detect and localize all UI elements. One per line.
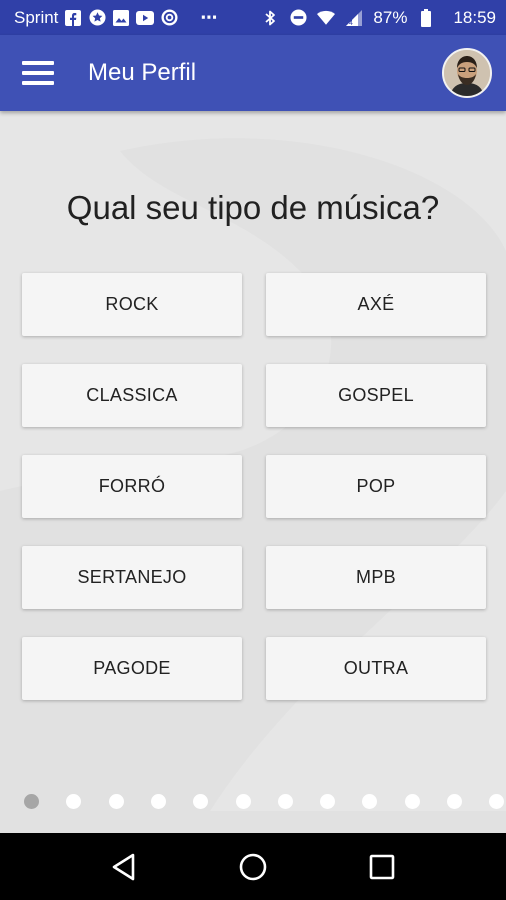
status-right: 4 87% 18:59 bbox=[261, 8, 496, 28]
page-dot[interactable] bbox=[108, 794, 124, 809]
genre-options-grid: ROCK AXÉ CLASSICA GOSPEL FORRÓ POP SERTA… bbox=[22, 273, 486, 700]
page-dot[interactable] bbox=[193, 794, 209, 809]
signal-icon: 4 bbox=[345, 9, 363, 27]
page-dot[interactable] bbox=[489, 794, 505, 809]
genre-button-pagode[interactable]: PAGODE bbox=[22, 637, 242, 700]
page-dot[interactable] bbox=[235, 794, 251, 809]
menu-line bbox=[22, 61, 54, 65]
battery-percent: 87% bbox=[373, 7, 408, 27]
page-dot[interactable] bbox=[404, 794, 420, 809]
hamburger-menu-icon[interactable] bbox=[22, 52, 64, 94]
question-heading: Qual seu tipo de música? bbox=[66, 189, 440, 226]
profile-avatar[interactable] bbox=[442, 48, 492, 98]
genre-button-sertanejo[interactable]: SERTANEJO bbox=[22, 546, 242, 609]
navigation-bar bbox=[0, 833, 506, 900]
back-icon[interactable] bbox=[104, 847, 144, 887]
star-icon bbox=[88, 9, 106, 27]
genre-button-mpb[interactable]: MPB bbox=[266, 546, 486, 609]
battery-icon bbox=[417, 8, 435, 27]
page-indicator bbox=[0, 794, 506, 810]
page-dot[interactable] bbox=[150, 794, 166, 809]
menu-line bbox=[22, 71, 54, 75]
clock: 18:59 bbox=[453, 7, 496, 27]
youtube-icon bbox=[136, 9, 155, 27]
genre-button-pop[interactable]: POP bbox=[266, 455, 486, 518]
page-title: Meu Perfil bbox=[88, 59, 197, 86]
carrier-label: Sprint bbox=[14, 7, 59, 27]
at-icon bbox=[160, 9, 178, 27]
page-dot[interactable] bbox=[277, 794, 293, 809]
bluetooth-icon bbox=[261, 9, 279, 27]
do-not-disturb-icon bbox=[289, 9, 307, 27]
more-notifications-indicator: ⋯ bbox=[200, 7, 220, 27]
content-area: Qual seu tipo de música? ROCK AXÉ CLASSI… bbox=[0, 111, 506, 833]
genre-button-axe[interactable]: AXÉ bbox=[266, 273, 486, 336]
page-dot[interactable] bbox=[24, 794, 39, 809]
recents-icon[interactable] bbox=[362, 847, 402, 887]
genre-button-gospel[interactable]: GOSPEL bbox=[266, 364, 486, 427]
genre-button-outra[interactable]: OUTRA bbox=[266, 637, 486, 700]
wifi-icon bbox=[317, 9, 336, 27]
genre-button-classica[interactable]: CLASSICA bbox=[22, 364, 242, 427]
page-dot[interactable] bbox=[320, 794, 336, 809]
menu-line bbox=[22, 81, 54, 85]
page-dot[interactable] bbox=[66, 794, 82, 809]
app-bar: Meu Perfil bbox=[0, 35, 506, 111]
page-dot[interactable] bbox=[447, 794, 462, 809]
status-left: Sprint ⋯ bbox=[14, 8, 261, 28]
status-bar: Sprint ⋯ 4 87% 18:59 bbox=[0, 0, 506, 35]
genre-button-rock[interactable]: ROCK bbox=[22, 273, 242, 336]
genre-button-forro[interactable]: FORRÓ bbox=[22, 455, 242, 518]
svg-text:4: 4 bbox=[349, 20, 353, 26]
home-icon[interactable] bbox=[233, 847, 273, 887]
facebook-icon bbox=[64, 9, 82, 27]
page-dot[interactable] bbox=[362, 794, 378, 809]
image-icon bbox=[112, 9, 130, 27]
